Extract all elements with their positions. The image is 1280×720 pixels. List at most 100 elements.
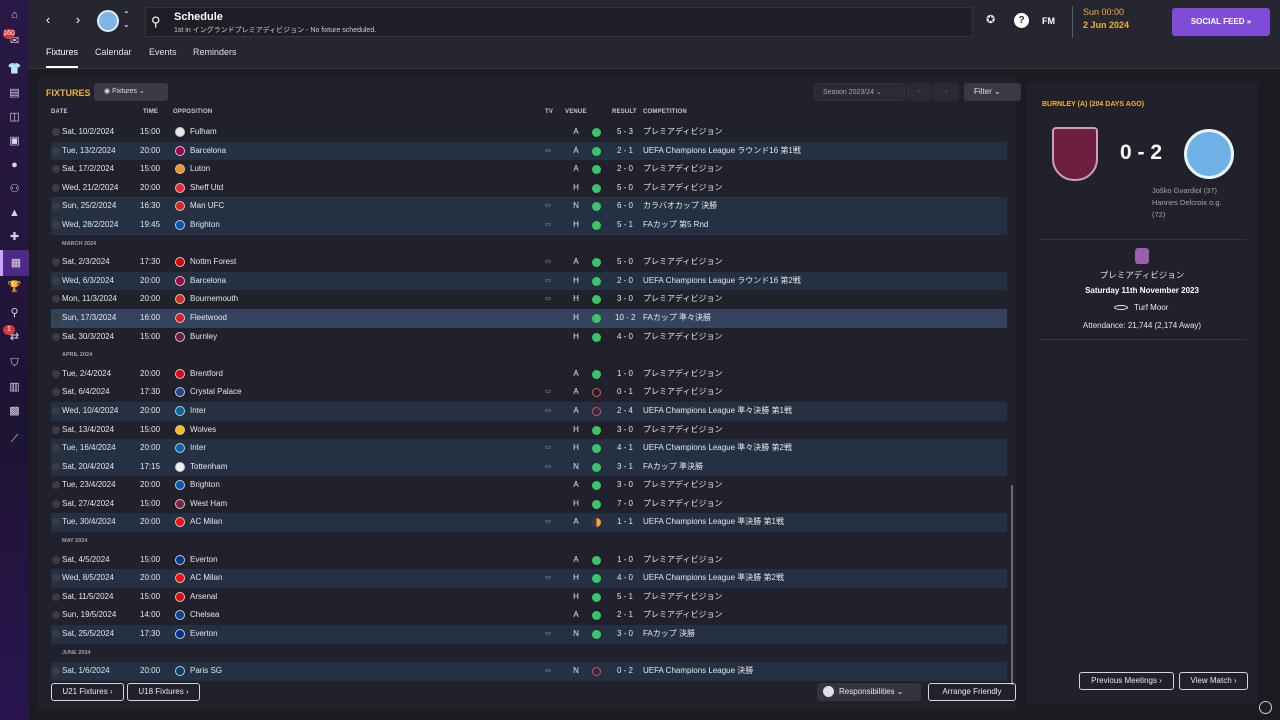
- table-row[interactable]: Tue, 23/4/2024 20:00 Brighton A 3 - 0 プレミアディビ…: [51, 476, 1007, 495]
- row-competition[interactable]: プレミアディビジョン: [643, 476, 722, 495]
- data-hub-icon[interactable]: ▩: [7, 404, 22, 419]
- tactics-icon[interactable]: ▲: [7, 206, 22, 221]
- opposition-crest-icon[interactable]: [175, 387, 185, 398]
- row-date[interactable]: Sat, 4/5/2024: [62, 551, 110, 570]
- row-date[interactable]: Sat, 17/2/2024: [62, 160, 114, 179]
- forward-button[interactable]: ›: [67, 9, 89, 31]
- table-row[interactable]: Sat, 20/4/2024 17:15 Tottenham ▭ N 3 - 1 FAカップ…: [51, 457, 1007, 477]
- column-date[interactable]: DATE: [51, 109, 68, 115]
- row-opposition[interactable]: Brentford: [190, 365, 223, 384]
- column-result[interactable]: RESULT: [612, 109, 637, 115]
- opposition-crest-icon[interactable]: [175, 573, 185, 584]
- row-score[interactable]: 4 - 0: [615, 328, 635, 347]
- row-opposition[interactable]: AC Milan: [190, 513, 222, 532]
- opposition-crest-icon[interactable]: [175, 312, 185, 323]
- row-opposition[interactable]: Nottm Forest: [190, 253, 236, 272]
- filter-button[interactable]: Filter ⌄: [964, 83, 1021, 101]
- row-competition[interactable]: FAカップ 準々決勝: [643, 309, 711, 328]
- row-competition[interactable]: UEFA Champions League 準々決勝 第1戦: [643, 402, 792, 421]
- club-crest-icon[interactable]: [97, 10, 119, 32]
- transfers-icon[interactable]: ⇄: [7, 330, 22, 345]
- opposition-crest-icon[interactable]: [175, 591, 185, 602]
- row-date[interactable]: Sat, 25/5/2024: [62, 625, 114, 644]
- row-score[interactable]: 6 - 0: [615, 197, 635, 216]
- scorer-2[interactable]: Hannes Delcroix o.g.: [1152, 198, 1222, 207]
- staff-icon[interactable]: ⚇: [7, 182, 22, 197]
- row-opposition[interactable]: Inter: [190, 402, 206, 421]
- opposition-crest-icon[interactable]: [175, 294, 185, 305]
- table-row[interactable]: Sun, 17/3/2024 16:00 Fleetwood H 10 - 2 FAカップ…: [51, 308, 1007, 328]
- opposition-crest-icon[interactable]: [175, 368, 185, 379]
- row-competition[interactable]: プレミアディビジョン: [643, 365, 722, 384]
- row-competition[interactable]: プレミアディビジョン: [643, 606, 722, 625]
- man-city-crest-icon[interactable]: [1184, 129, 1234, 179]
- row-opposition[interactable]: Burnley: [190, 328, 217, 347]
- column-opposition[interactable]: OPPOSITION: [173, 109, 212, 115]
- table-row[interactable]: Wed, 21/2/2024 20:00 Sheff Utd H 5 - 0 プレミアディ…: [51, 179, 1007, 198]
- opposition-crest-icon[interactable]: [175, 275, 185, 286]
- season-dropdown[interactable]: Season 2023/24 ⌄: [814, 83, 905, 101]
- opposition-crest-icon[interactable]: [175, 461, 185, 472]
- row-competition[interactable]: プレミアディビジョン: [643, 253, 722, 272]
- row-opposition[interactable]: Inter: [190, 439, 206, 458]
- row-opposition[interactable]: West Ham: [190, 495, 227, 514]
- row-score[interactable]: 3 - 0: [615, 625, 635, 644]
- opposition-crest-icon[interactable]: [175, 629, 185, 640]
- row-date[interactable]: Sat, 1/6/2024: [62, 662, 110, 681]
- next-season-button[interactable]: ›: [933, 83, 959, 101]
- row-competition[interactable]: プレミアディビジョン: [643, 328, 722, 347]
- squad-icon[interactable]: 👕: [7, 62, 22, 77]
- row-score[interactable]: 3 - 0: [615, 290, 635, 309]
- column-time[interactable]: TIME: [143, 109, 158, 115]
- more-icon[interactable]: ⟋: [7, 432, 22, 447]
- row-competition[interactable]: プレミアディビジョン: [643, 551, 722, 570]
- table-row[interactable]: Mon, 11/3/2024 20:00 Bournemouth ▭ H 3 - 0 プレミ…: [51, 290, 1007, 309]
- column-venue[interactable]: VENUE: [565, 109, 587, 115]
- row-score[interactable]: 3 - 1: [615, 458, 635, 477]
- row-date[interactable]: Wed, 21/2/2024: [62, 179, 118, 198]
- row-date[interactable]: Sun, 25/2/2024: [62, 197, 116, 216]
- stadium-name[interactable]: Turf Moor: [1134, 303, 1168, 312]
- search-bar[interactable]: ⚲ Schedule 1st in イングランドプレミアディビジョン - No …: [145, 7, 973, 37]
- row-opposition[interactable]: Everton: [190, 625, 218, 644]
- row-competition[interactable]: UEFA Champions League 決勝: [643, 662, 753, 681]
- row-competition[interactable]: UEFA Champions League 準決勝 第1戦: [643, 513, 784, 532]
- mentor-icon[interactable]: ✪: [986, 13, 995, 26]
- row-score[interactable]: 5 - 3: [615, 123, 635, 142]
- opposition-crest-icon[interactable]: [175, 610, 185, 621]
- row-date[interactable]: Sat, 20/4/2024: [62, 458, 114, 477]
- table-row[interactable]: Sat, 1/6/2024 20:00 Paris SG ▭ N 0 - 2 UEFA Ch…: [51, 662, 1007, 681]
- row-opposition[interactable]: Barcelona: [190, 142, 226, 161]
- row-opposition[interactable]: Sheff Utd: [190, 179, 223, 198]
- row-date[interactable]: Wed, 8/5/2024: [62, 569, 114, 588]
- row-score[interactable]: 5 - 1: [615, 216, 635, 235]
- club-switch-chevrons-icon[interactable]: ⌃ ⌄: [123, 10, 130, 30]
- row-date[interactable]: Sat, 2/3/2024: [62, 253, 110, 272]
- previous-meetings-button[interactable]: Previous Meetings ›: [1079, 672, 1174, 690]
- row-competition[interactable]: UEFA Champions League ラウンド16 第2戦: [643, 272, 801, 291]
- row-competition[interactable]: プレミアディビジョン: [643, 123, 722, 142]
- table-row[interactable]: Sat, 25/5/2024 17:30 Everton ▭ N 3 - 0 FAカップ 決…: [51, 625, 1007, 644]
- row-date[interactable]: Wed, 28/2/2024: [62, 216, 118, 235]
- table-row[interactable]: Sat, 10/2/2024 15:00 Fulham A 5 - 3 プレミアディビジョ…: [51, 123, 1007, 142]
- row-date[interactable]: Tue, 23/4/2024: [62, 476, 116, 495]
- tab-calendar[interactable]: Calendar: [95, 47, 132, 68]
- row-score[interactable]: 0 - 2: [615, 662, 635, 681]
- row-score[interactable]: 5 - 0: [615, 179, 635, 198]
- column-competition[interactable]: COMPETITION: [643, 109, 687, 115]
- table-row[interactable]: Tue, 30/4/2024 20:00 AC Milan ▭ A 1 - 1 UEFA C…: [51, 513, 1007, 533]
- help-icon[interactable]: ?: [1014, 13, 1029, 28]
- opposition-crest-icon[interactable]: [175, 517, 185, 528]
- opposition-crest-icon[interactable]: [175, 164, 185, 175]
- opposition-crest-icon[interactable]: [175, 443, 185, 454]
- table-row[interactable]: Sat, 27/4/2024 15:00 West Ham H 7 - 0 プレミアディビ…: [51, 495, 1007, 514]
- row-date[interactable]: Sat, 27/4/2024: [62, 495, 114, 514]
- row-score[interactable]: 2 - 4: [615, 402, 635, 421]
- row-score[interactable]: 4 - 1: [615, 439, 635, 458]
- tab-events[interactable]: Events: [149, 47, 177, 68]
- row-opposition[interactable]: Wolves: [190, 421, 216, 440]
- table-row[interactable]: Tue, 16/4/2024 20:00 Inter ▭ H 4 - 1 UEFA Cham…: [51, 439, 1007, 458]
- opposition-crest-icon[interactable]: [175, 257, 185, 268]
- row-competition[interactable]: FAカップ 第5 Rnd: [643, 216, 708, 235]
- club-icon[interactable]: ⛉: [7, 356, 22, 371]
